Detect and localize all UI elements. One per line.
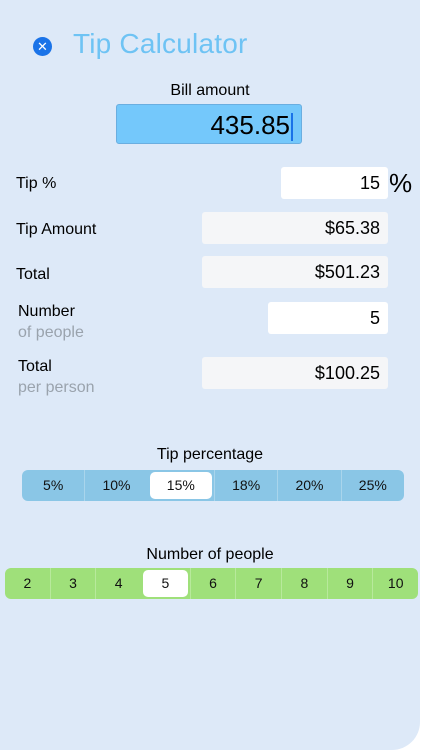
- tip-option-18[interactable]: 18%: [213, 470, 277, 501]
- people-option-5[interactable]: 5: [143, 570, 188, 597]
- people-option-8[interactable]: 8: [281, 568, 327, 599]
- header: ✕ Tip Calculator: [0, 26, 420, 66]
- people-option-2[interactable]: 2: [5, 568, 50, 599]
- people-selector: 2 3 4 5 6 7 8 9 10: [5, 568, 418, 599]
- total-value: $501.23: [202, 256, 388, 288]
- tip-percent-label: Tip %: [16, 175, 57, 192]
- people-label: Number: [18, 303, 75, 320]
- per-person-value: $100.25: [202, 357, 388, 389]
- tip-amount-value: $65.38: [202, 212, 388, 244]
- people-option-7[interactable]: 7: [235, 568, 281, 599]
- tip-percent-input[interactable]: 15: [281, 167, 388, 199]
- per-person-label: Total: [18, 358, 52, 375]
- tip-option-5[interactable]: 5%: [22, 470, 84, 501]
- close-icon[interactable]: ✕: [33, 37, 52, 56]
- tip-percentage-label: Tip percentage: [156, 446, 264, 463]
- total-label: Total: [16, 266, 50, 283]
- text-cursor: [291, 113, 293, 142]
- tip-percentage-selector: 5% 10% 15% 18% 20% 25%: [22, 470, 404, 501]
- people-option-3[interactable]: 3: [49, 568, 96, 599]
- tip-option-25[interactable]: 25%: [340, 470, 404, 501]
- tip-option-10[interactable]: 10%: [84, 470, 147, 501]
- app-screen: ✕ Tip Calculator Bill amount 435.85 Tip …: [0, 0, 420, 750]
- people-input[interactable]: 5: [268, 302, 388, 334]
- people-option-10[interactable]: 10: [372, 568, 418, 599]
- tip-option-20[interactable]: 20%: [277, 470, 340, 501]
- percent-symbol: %: [389, 168, 413, 198]
- page-title: Tip Calculator: [73, 28, 248, 59]
- per-person-sublabel: per person: [18, 379, 95, 396]
- number-of-people-label: Number of people: [146, 546, 274, 563]
- people-option-9[interactable]: 9: [326, 568, 373, 599]
- people-option-4[interactable]: 4: [95, 568, 141, 599]
- people-option-6[interactable]: 6: [189, 568, 236, 599]
- tip-option-15[interactable]: 15%: [149, 472, 212, 499]
- bill-amount-input[interactable]: 435.85: [116, 104, 302, 144]
- tip-amount-label: Tip Amount: [16, 221, 97, 238]
- bill-amount-label: Bill amount: [170, 82, 250, 99]
- bill-amount-value: 435.85: [210, 110, 290, 140]
- people-sublabel: of people: [18, 324, 84, 341]
